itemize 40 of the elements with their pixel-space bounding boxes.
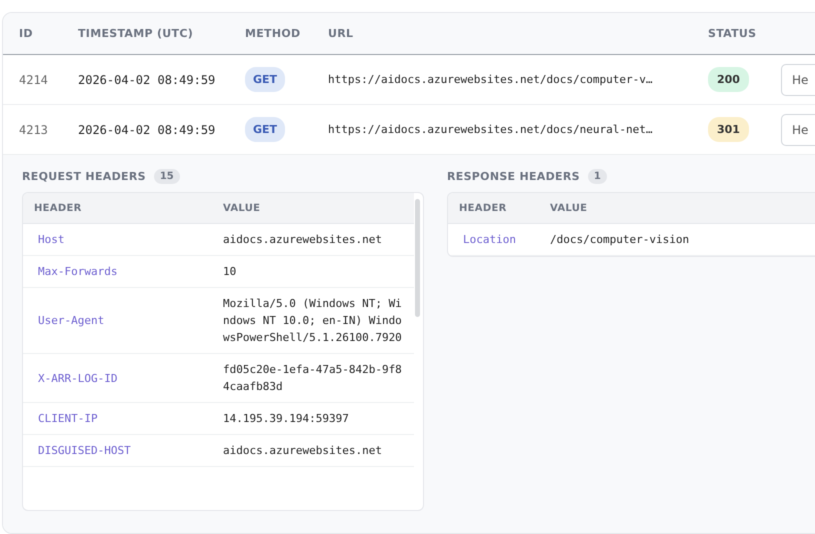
header-name: DISGUISED-HOST [23,434,212,466]
header-name: X-ARR-LOG-ID [23,354,212,402]
method-badge: GET [245,67,286,92]
header-value: /docs/computer-vision [539,224,815,256]
column-header: TIMESTAMP (UTC) [77,27,194,40]
headers-button[interactable]: He [781,114,815,146]
header-value: 14.195.39.194:59397 [212,402,414,434]
header-value: Mozilla/5.0 (Windows NT; Windows NT 10.0; en-IN) WindowsPowerShell/5.1.26100.7920 [212,288,414,354]
status-badge: 301 [708,117,749,142]
scrollbar-thumb[interactable] [415,199,420,317]
header-name: User-Agent [23,288,212,354]
header-name: Location [448,224,539,256]
column-header: URL [327,27,354,40]
request-id: 4213 [19,122,48,136]
header-value: fd05c20e-1efa-47a5-842b-9f84caafb83d [212,354,414,402]
header-name: CLIENT-IP [23,402,212,434]
section-title: REQUEST HEADERS [22,170,146,182]
method-badge: GET [245,117,286,142]
header-value: aidocs.azurewebsites.net [212,434,414,466]
header-name: Host [23,224,212,256]
header-name: Max-Forwards [23,256,212,288]
section-title: RESPONSE HEADERS [447,170,580,182]
header-value: aidocs.azurewebsites.net [212,224,414,256]
column-header: METHOD [244,27,302,40]
headers-button[interactable]: He [781,64,815,96]
column-header: VALUE [212,193,414,224]
count-badge: 1 [588,168,607,184]
request-id: 4214 [19,72,48,86]
column-header: VALUE [539,193,815,224]
timestamp: 2026-04-02 08:49:59 [78,122,216,136]
timestamp: 2026-04-02 08:49:59 [78,72,216,86]
count-badge: 15 [154,168,180,184]
header-value: 10 [212,256,414,288]
status-badge: 200 [708,67,749,92]
request-url: https://aidocs.azurewebsites.net/docs/computer-v… [328,73,653,86]
request-url: https://aidocs.azurewebsites.net/docs/neural-net… [328,123,653,136]
column-header: HEADER [23,193,212,224]
column-header: ID [18,27,34,40]
column-header: STATUS [707,27,758,40]
column-header: HEADER [448,193,539,224]
